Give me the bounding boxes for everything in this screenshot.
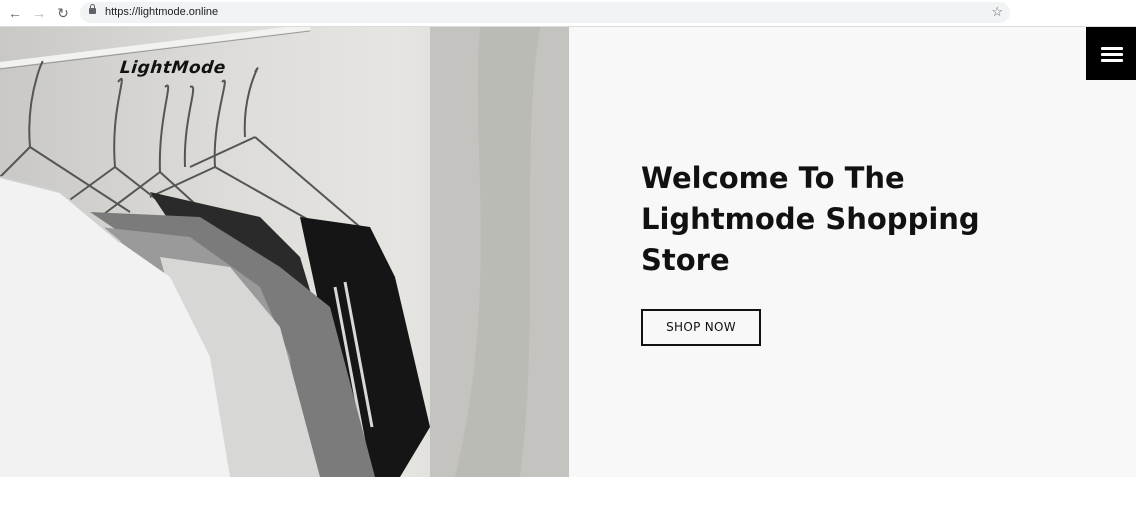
site-logo[interactable]: LightMode	[119, 58, 227, 78]
forward-arrow-icon[interactable]: →	[30, 4, 48, 22]
lock-icon	[89, 4, 96, 14]
url-text[interactable]: https://lightmode.online	[105, 5, 218, 19]
reload-icon[interactable]: ↻	[54, 4, 72, 22]
address-bar[interactable]: https://lightmode.online ☆	[80, 2, 1010, 23]
clothes-rack-illustration	[0, 27, 569, 477]
browser-toolbar: ← → ↻ https://lightmode.online ☆	[0, 0, 1136, 27]
bookmark-star-icon[interactable]: ☆	[991, 3, 1003, 21]
shop-now-button[interactable]: SHOP NOW	[641, 309, 761, 346]
hero-title: Welcome To The Lightmode Shopping Store	[641, 161, 980, 277]
page-below-fold	[0, 477, 1136, 531]
back-arrow-icon[interactable]: ←	[6, 4, 24, 22]
hero-image: LightMode	[0, 27, 569, 477]
hamburger-menu-icon[interactable]	[1086, 27, 1136, 80]
